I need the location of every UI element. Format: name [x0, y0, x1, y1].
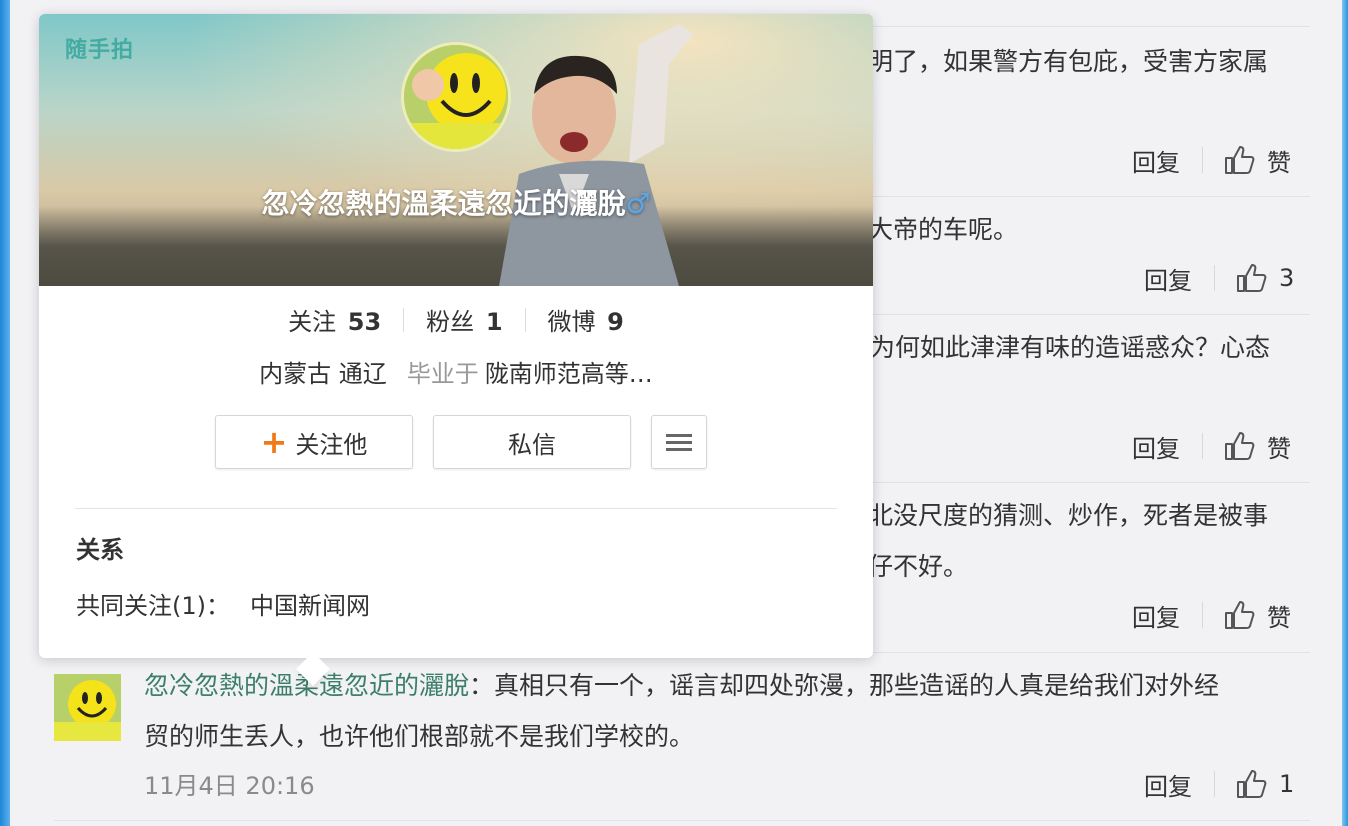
comment-actions: 回复 1 — [1144, 764, 1294, 804]
action-divider — [1214, 265, 1215, 291]
comment-body: 真相只有一个，谣言却四处弥漫，那些造谣的人真是给我们对外经 — [494, 671, 1220, 700]
comment-text: 大帝的车呢。 — [868, 215, 1019, 244]
reply-button[interactable]: 回复 — [1132, 598, 1180, 633]
edu-prefix: 毕业于 — [406, 360, 479, 388]
profile-location-education: 内蒙古 通辽 毕业于 陇南师范高等… — [39, 354, 873, 389]
profile-avatar[interactable] — [401, 42, 511, 152]
user-profile-card: 随手拍 忽冷忽熱的溫柔遠忽近的灑脫♂ 关注 53 粉丝 1 微博 9 内蒙古 通… — [39, 14, 873, 686]
stat-label: 关注 — [288, 308, 337, 336]
reply-button[interactable]: 回复 — [1144, 767, 1192, 802]
profile-name-text[interactable]: 忽冷忽熱的溫柔遠忽近的灑脫 — [261, 187, 625, 220]
message-button[interactable]: 私信 — [433, 415, 631, 469]
stat-value: 9 — [607, 308, 624, 336]
education-text: 陇南师范高等… — [484, 360, 653, 388]
stat-value: 53 — [347, 308, 382, 336]
like-label[interactable]: 赞 — [1267, 429, 1291, 464]
cover-image: 随手拍 忽冷忽熱的溫柔遠忽近的灑脫♂ — [39, 14, 873, 286]
comment-actions: 回复 3 — [1144, 258, 1294, 298]
like-count: 3 — [1279, 264, 1295, 292]
comment-actions: 回复 赞 — [1132, 426, 1291, 466]
smiley-avatar-image — [54, 674, 121, 741]
card-divider — [75, 508, 837, 509]
profile-name[interactable]: 忽冷忽熱的溫柔遠忽近的灑脫♂ — [39, 182, 873, 222]
author-colon: ： — [469, 671, 495, 700]
stat-following[interactable]: 关注 53 — [266, 302, 403, 337]
thumbs-up-icon[interactable] — [1235, 768, 1267, 800]
male-gender-icon: ♂ — [625, 187, 651, 220]
comment-text: 明了，如果警方有包庇，受害方家属 — [868, 47, 1269, 76]
action-divider — [1202, 602, 1203, 628]
reply-button[interactable]: 回复 — [1144, 261, 1192, 296]
common-follow-label: 共同关注(1)： — [76, 592, 230, 620]
thumbs-up-icon[interactable] — [1223, 144, 1255, 176]
stat-value: 1 — [485, 308, 503, 336]
location-text: 内蒙古 通辽 — [259, 360, 387, 388]
desktop-edge-right — [1342, 0, 1348, 826]
avatar[interactable] — [54, 674, 121, 741]
comment-text: 为何如此津津有味的造谣惑众？心态 — [870, 333, 1271, 362]
action-divider — [1202, 147, 1203, 173]
reply-button[interactable]: 回复 — [1132, 429, 1180, 464]
comment-separator — [54, 820, 1310, 821]
comment-text: 北没尺度的猜测、炒作，死者是被事 — [868, 501, 1269, 530]
like-count: 1 — [1279, 770, 1295, 798]
message-button-label: 私信 — [508, 430, 556, 459]
common-follow-link[interactable]: 中国新闻网 — [250, 592, 370, 620]
comment-actions: 回复 赞 — [1132, 595, 1291, 635]
reply-button[interactable]: 回复 — [1132, 143, 1180, 178]
stat-label: 微博 — [547, 308, 596, 336]
menu-icon — [666, 430, 692, 455]
stat-weibo[interactable]: 微博 9 — [526, 302, 646, 337]
desktop-edge-left — [0, 0, 10, 826]
like-label[interactable]: 赞 — [1267, 598, 1291, 633]
cover-logo: 随手拍 — [65, 38, 135, 63]
thumbs-up-icon[interactable] — [1223, 430, 1255, 462]
action-divider — [1202, 433, 1203, 459]
common-follow-row: 共同关注(1)： 中国新闻网 — [76, 586, 370, 621]
plus-icon: + — [260, 423, 288, 461]
follow-button[interactable]: + 关注他 — [215, 415, 413, 469]
comment-text-line2: 贸的师生丢人，也许他们根部就不是我们学校的。 — [144, 722, 695, 751]
comment-actions: 回复 赞 — [1132, 140, 1291, 180]
more-menu-button[interactable] — [651, 415, 707, 469]
follow-button-label: 关注他 — [295, 430, 368, 459]
profile-stats: 关注 53 粉丝 1 微博 9 — [39, 302, 873, 337]
cover-person-figure — [499, 24, 694, 286]
like-label[interactable]: 赞 — [1267, 143, 1291, 178]
action-divider — [1214, 771, 1215, 797]
thumbs-up-icon[interactable] — [1223, 599, 1255, 631]
relation-title: 关系 — [76, 536, 124, 564]
comment-timestamp: 11月4日 20:16 — [144, 772, 315, 800]
comment-text: 仔不好。 — [868, 552, 969, 581]
stat-label: 粉丝 — [426, 308, 475, 336]
stat-followers[interactable]: 粉丝 1 — [404, 302, 524, 337]
thumbs-up-icon[interactable] — [1235, 262, 1267, 294]
